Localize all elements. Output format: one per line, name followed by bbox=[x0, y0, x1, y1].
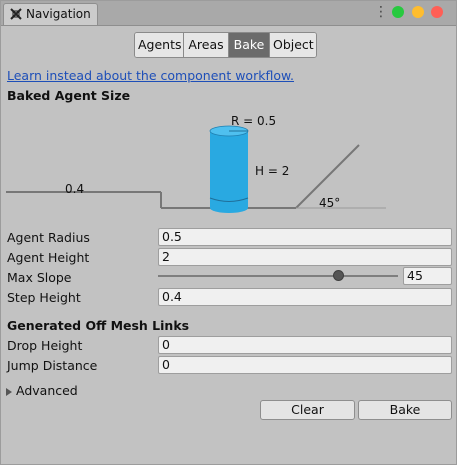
tab-bake[interactable]: Bake bbox=[229, 33, 270, 57]
drop-height-label: Drop Height bbox=[7, 338, 83, 353]
tab-areas[interactable]: Areas bbox=[184, 33, 229, 57]
jump-distance-field[interactable]: 0 bbox=[158, 356, 452, 374]
off-mesh-links-header: Generated Off Mesh Links bbox=[7, 318, 190, 333]
agent-radius-field[interactable]: 0.5 bbox=[158, 228, 452, 246]
agent-height-field[interactable]: 2 bbox=[158, 248, 452, 266]
step-height-field[interactable]: 0.4 bbox=[158, 288, 452, 306]
title-bar: Navigation ⋮ bbox=[1, 1, 456, 26]
max-slope-slider-thumb[interactable] bbox=[332, 270, 344, 281]
component-workflow-link[interactable]: Learn instead about the component workfl… bbox=[7, 68, 294, 83]
clear-button[interactable]: Clear bbox=[260, 400, 355, 420]
baked-agent-size-header: Baked Agent Size bbox=[7, 88, 131, 103]
bake-button[interactable]: Bake bbox=[358, 400, 452, 420]
tab-navigation[interactable]: Navigation bbox=[3, 3, 98, 25]
mode-tabs: Agents Areas Bake Object bbox=[134, 32, 317, 58]
close-button[interactable] bbox=[431, 6, 443, 18]
height-label: H = 2 bbox=[255, 164, 289, 178]
agent-size-diagram: R = 0.5 H = 2 0.4 45° bbox=[6, 114, 386, 213]
agent-radius-label: Agent Radius bbox=[7, 230, 90, 245]
max-slope-label: Max Slope bbox=[7, 270, 72, 285]
step-height-label: 0.4 bbox=[65, 182, 84, 196]
jump-distance-label: Jump Distance bbox=[7, 358, 98, 373]
agent-cylinder bbox=[209, 125, 249, 213]
max-slope-field[interactable]: 45 bbox=[403, 267, 452, 285]
tab-object[interactable]: Object bbox=[270, 33, 316, 57]
radius-label: R = 0.5 bbox=[231, 114, 276, 128]
advanced-label: Advanced bbox=[16, 383, 78, 398]
tab-agents[interactable]: Agents bbox=[135, 33, 184, 57]
tab-title: Navigation bbox=[26, 7, 91, 21]
slope-angle-label: 45° bbox=[319, 196, 340, 210]
maximize-button[interactable] bbox=[392, 6, 404, 18]
step-height-label: Step Height bbox=[7, 290, 81, 305]
minimize-button[interactable] bbox=[412, 6, 424, 18]
agent-height-label: Agent Height bbox=[7, 250, 90, 265]
navigation-window: Navigation ⋮ Agents Areas Bake Object Le… bbox=[0, 0, 457, 465]
more-options-icon[interactable]: ⋮ bbox=[374, 4, 388, 20]
drop-height-field[interactable]: 0 bbox=[158, 336, 452, 354]
navigation-icon bbox=[10, 8, 22, 20]
max-slope-slider-track[interactable] bbox=[158, 275, 398, 277]
advanced-foldout[interactable]: Advanced bbox=[6, 383, 78, 398]
expand-triangle-icon bbox=[6, 387, 12, 396]
